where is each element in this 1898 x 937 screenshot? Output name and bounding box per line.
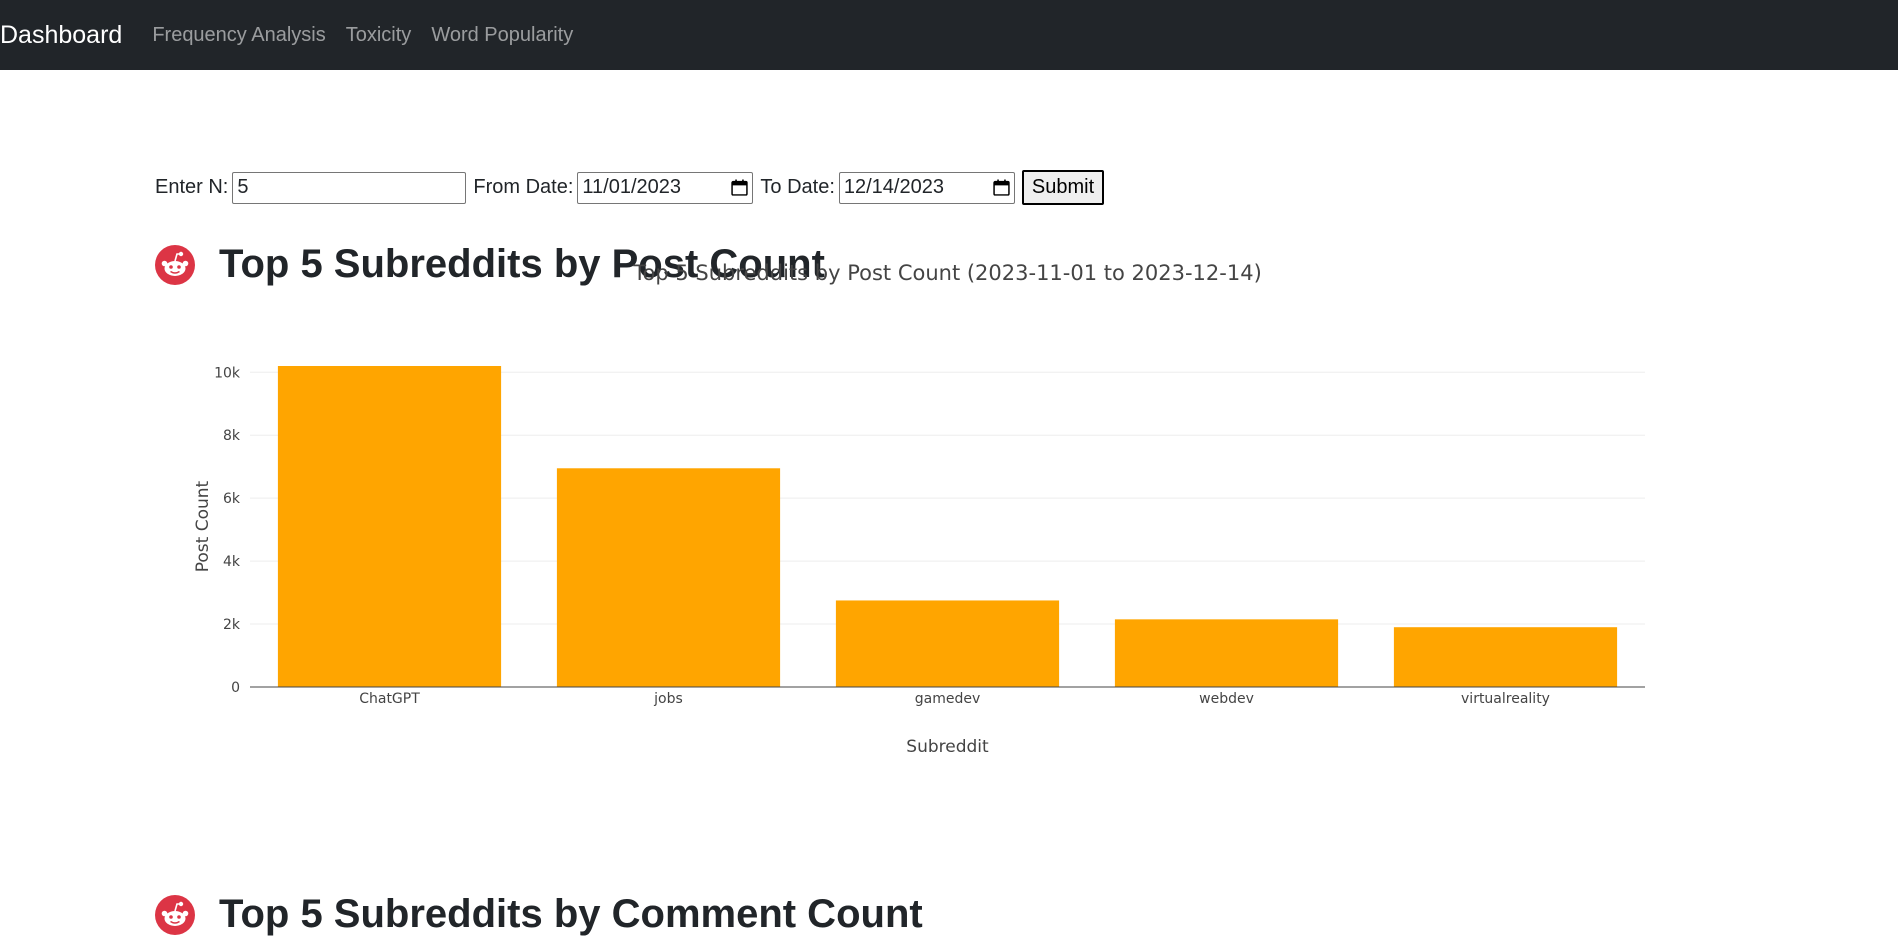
nav-link-toxicity[interactable]: Toxicity: [346, 24, 412, 47]
to-date-label: To Date:: [760, 176, 835, 198]
post-count-chart: 0 2k 4k 6k 8k 10k ChatGPT jobs gamedev webdev virt…: [155, 230, 1655, 775]
x-axis-label: Subreddit: [906, 737, 989, 757]
y-tick-label: 6k: [223, 491, 241, 507]
x-tick-label: ChatGPT: [359, 691, 420, 707]
x-tick-label: webdev: [1199, 691, 1254, 707]
y-tick-label: 8k: [223, 428, 241, 444]
bar: [1393, 627, 1618, 687]
nav-link-word-popularity[interactable]: Word Popularity: [431, 24, 573, 47]
n-label: Enter N:: [155, 176, 229, 198]
calendar-icon[interactable]: [731, 179, 749, 196]
from-date-label: From Date:: [473, 176, 574, 198]
bar: [835, 600, 1060, 687]
section-title-comments: Top 5 Subreddits by Comment Count: [219, 892, 923, 936]
x-tick-label: virtualreality: [1461, 691, 1550, 707]
x-tick-label: jobs: [653, 691, 683, 707]
n-input-value: 5: [237, 176, 249, 198]
reddit-icon: [155, 894, 195, 935]
to-date-value: 12/14/2023: [843, 176, 944, 198]
n-input[interactable]: 5: [232, 171, 467, 204]
nav-link-frequency-analysis[interactable]: Frequency Analysis: [152, 24, 325, 47]
y-axis-label: Post Count: [193, 480, 213, 572]
submit-button[interactable]: Submit: [1021, 170, 1105, 205]
chart-title: Top 5 Subreddits by Post Count (2023-11-…: [632, 261, 1262, 285]
section-heading-comments: Top 5 Subreddits by Comment Count: [155, 892, 923, 937]
y-tick-label: 4k: [223, 554, 241, 570]
bar: [277, 366, 502, 687]
y-tick-label: 2k: [223, 617, 241, 633]
y-tick-label: 10k: [214, 365, 241, 381]
calendar-icon[interactable]: [993, 179, 1010, 196]
y-tick-label: 0: [231, 680, 240, 696]
bar: [1114, 619, 1339, 687]
brand-link[interactable]: Dashboard: [0, 21, 122, 50]
bar-chart-svg: 0 2k 4k 6k 8k 10k ChatGPT jobs gamedev webdev virt…: [193, 261, 1645, 757]
x-tick-label: gamedev: [915, 691, 981, 707]
from-date-value: 11/01/2023: [582, 176, 682, 198]
bar: [556, 468, 781, 687]
to-date-input[interactable]: 12/14/2023: [838, 171, 1015, 204]
from-date-input[interactable]: 11/01/2023: [577, 171, 754, 204]
navbar: Dashboard Frequency Analysis Toxicity Wo…: [0, 0, 1898, 70]
filter-form: Enter N: 5 From Date: 11/01/2023 To Date…: [155, 170, 1105, 205]
